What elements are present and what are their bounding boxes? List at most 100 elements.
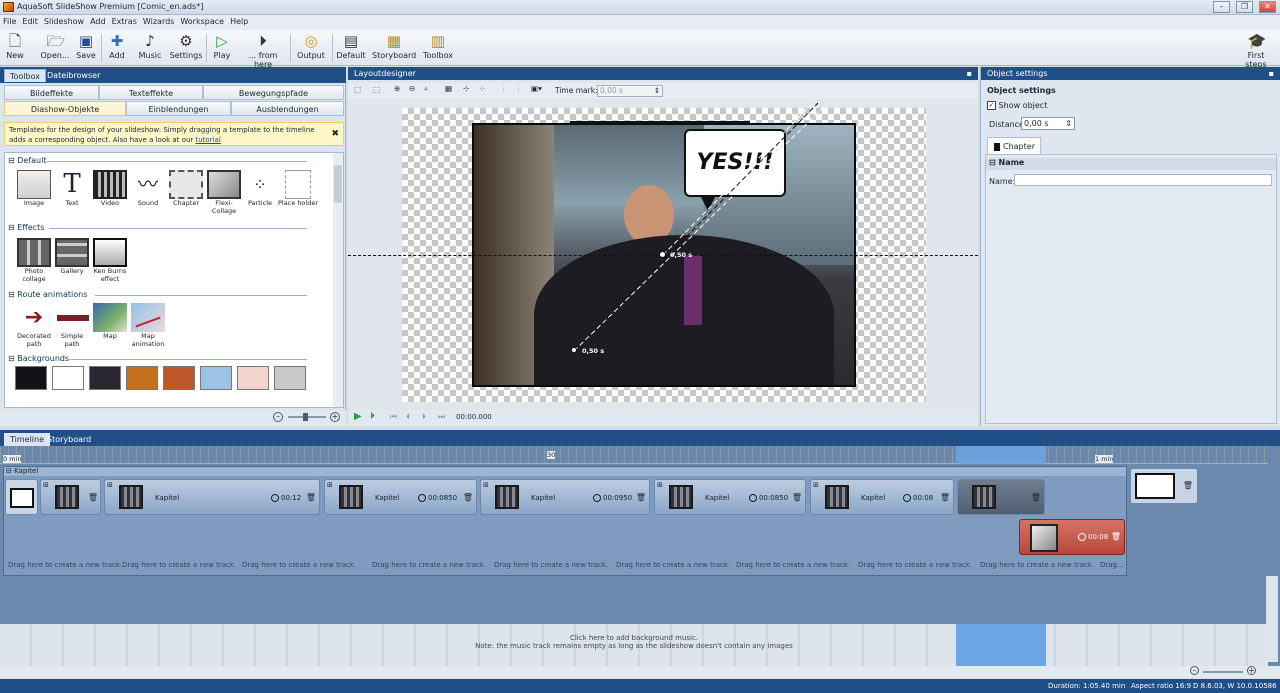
- background-swatch[interactable]: [200, 366, 232, 390]
- group-default[interactable]: ⊟ Default: [8, 156, 46, 165]
- background-swatch[interactable]: [126, 366, 158, 390]
- clip-kapitel-1[interactable]: ⊞ Kapitel 00:12 🗑: [104, 479, 320, 515]
- template-map[interactable]: Map: [91, 303, 129, 340]
- save-button[interactable]: ▣ Save: [74, 33, 98, 61]
- group-effects[interactable]: ⊟ Effects: [8, 223, 44, 232]
- play-from-here-button[interactable]: ⏵... from here: [241, 33, 285, 70]
- background-swatch[interactable]: [237, 366, 269, 390]
- trash-icon[interactable]: 🗑: [1111, 532, 1121, 541]
- red-clip[interactable]: 00:08 🗑: [1019, 519, 1125, 555]
- play-button[interactable]: ▷ Play: [211, 33, 233, 61]
- category-einblendungen[interactable]: Einblendungen: [126, 101, 231, 116]
- step-back-icon[interactable]: ⏴: [406, 412, 410, 422]
- template-text[interactable]: T Text: [53, 170, 91, 208]
- chapter-track-header[interactable]: ⊟ Kapitel: [4, 467, 1126, 476]
- toolbox-layout-button[interactable]: ▥ Toolbox: [421, 33, 455, 61]
- template-particle[interactable]: ⁘ Particle: [241, 170, 279, 207]
- clip-kapitel-3[interactable]: ⊞ Kapitel 00:0950 🗑: [480, 479, 650, 515]
- tab-toolbox[interactable]: Toolbox: [4, 69, 46, 82]
- preview-play-from-icon[interactable]: ⏵: [370, 411, 375, 422]
- trash-icon[interactable]: 🗑: [792, 493, 802, 502]
- menu-edit[interactable]: Edit: [19, 15, 41, 26]
- clip-kapitel-selected[interactable]: 🗑: [957, 479, 1045, 515]
- template-chapter[interactable]: Chapter: [167, 170, 205, 207]
- skip-start-icon[interactable]: ⏮: [390, 412, 397, 422]
- background-swatch[interactable]: [15, 366, 47, 390]
- category-bewegungspfade[interactable]: Bewegungspfade: [203, 85, 344, 100]
- trash-icon[interactable]: 🗑: [463, 493, 473, 502]
- trash-icon[interactable]: 🗑: [1031, 493, 1041, 502]
- clip-kapitel-4[interactable]: ⊞ Kapitel 00:0850 🗑: [654, 479, 806, 515]
- name-section-header[interactable]: ⊟ Name: [986, 158, 1276, 170]
- close-hint-icon[interactable]: ✖: [331, 129, 339, 139]
- menu-wizards[interactable]: Wizards: [140, 15, 177, 26]
- trash-icon[interactable]: 🗑: [636, 493, 646, 502]
- motion-marker-bottom[interactable]: [571, 347, 577, 353]
- music-track[interactable]: Click here to add background music. Note…: [0, 624, 1268, 666]
- template-place-holder[interactable]: Place holder: [277, 170, 319, 207]
- template-list-scrollbar[interactable]: [333, 153, 343, 407]
- template-photo-collage[interactable]: Photo collage: [15, 238, 53, 283]
- timeline-zoom-in-icon[interactable]: +: [1247, 666, 1256, 675]
- category-bildeffekte[interactable]: Bildeffekte: [4, 85, 99, 100]
- menu-add[interactable]: Add: [87, 15, 109, 26]
- template-image[interactable]: Image: [15, 170, 53, 207]
- motion-marker-top[interactable]: [659, 251, 666, 258]
- zoom-slider[interactable]: [288, 413, 326, 421]
- storyboard-layout-button[interactable]: ▦ Storyboard: [372, 33, 416, 61]
- panel-restore-icon[interactable]: ▪: [1269, 67, 1274, 80]
- spinner-icon[interactable]: ⇕: [1065, 118, 1072, 129]
- menu-slideshow[interactable]: Slideshow: [41, 15, 87, 26]
- clip-kapitel-5[interactable]: ⊞ Kapitel 00:08 🗑: [810, 479, 954, 515]
- open-button[interactable]: 🗁 Open...: [40, 33, 70, 61]
- background-swatch[interactable]: [89, 366, 121, 390]
- trash-icon[interactable]: 🗑: [88, 493, 98, 502]
- name-input[interactable]: [1014, 174, 1272, 186]
- background-swatch[interactable]: [274, 366, 306, 390]
- scrollbar-thumb[interactable]: [334, 165, 342, 203]
- tab-timeline[interactable]: Timeline: [4, 433, 51, 446]
- settings-button[interactable]: ⚙ Settings: [169, 33, 203, 61]
- menu-help[interactable]: Help: [227, 15, 251, 26]
- category-texteffekte[interactable]: Texteffekte: [99, 85, 203, 100]
- template-ken-burns[interactable]: Ken Burns effect: [91, 238, 129, 283]
- tutorial-link[interactable]: tutorial: [196, 136, 221, 144]
- new-button[interactable]: 🗋 New: [4, 33, 26, 61]
- trash-icon[interactable]: 🗑: [940, 493, 950, 502]
- group-route-animations[interactable]: ⊟ Route animations: [8, 290, 87, 299]
- step-forward-icon[interactable]: ⏵: [422, 412, 426, 422]
- default-layout-button[interactable]: ▤ Default: [336, 33, 366, 61]
- minimize-button[interactable]: –: [1213, 1, 1230, 13]
- skip-end-icon[interactable]: ⏭: [438, 412, 445, 422]
- music-button[interactable]: ♪ Music: [137, 33, 163, 61]
- template-sound[interactable]: 〰 Sound: [129, 170, 167, 207]
- add-button[interactable]: ✚ Add: [106, 33, 128, 61]
- template-map-animation[interactable]: Map animation: [129, 303, 167, 348]
- template-video[interactable]: Video: [91, 170, 129, 207]
- template-decorated-path[interactable]: ➔ Decorated path: [15, 303, 53, 348]
- end-slide-clip[interactable]: 🗑: [1130, 468, 1198, 504]
- template-gallery[interactable]: Gallery: [53, 238, 91, 275]
- tab-chapter[interactable]: Chapter: [987, 137, 1041, 154]
- distance-input[interactable]: 0,00 s ⇕: [1021, 117, 1075, 130]
- timeline-ruler[interactable]: 0 min 30 1 min: [0, 446, 1268, 464]
- background-swatch[interactable]: [163, 366, 195, 390]
- group-backgrounds[interactable]: ⊟ Backgrounds: [8, 354, 69, 363]
- category-diashow-objekte[interactable]: Diashow-Objekte: [4, 101, 126, 116]
- clip-chapter-empty[interactable]: ⊞ 🗑: [40, 479, 101, 515]
- timeline-zoom-out-icon[interactable]: –: [1190, 666, 1199, 675]
- maximize-button[interactable]: ❐: [1236, 1, 1253, 13]
- preview-play-icon[interactable]: ▶: [354, 411, 362, 422]
- zoom-in-icon[interactable]: +: [330, 412, 340, 422]
- new-track-row[interactable]: Drag here to create a new track. Drag he…: [4, 557, 1126, 575]
- category-ausblendungen[interactable]: Ausblendungen: [231, 101, 344, 116]
- trash-icon[interactable]: 🗑: [306, 493, 316, 502]
- output-button[interactable]: ◎ Output: [296, 33, 326, 61]
- tab-storyboard[interactable]: Storyboard: [47, 435, 91, 444]
- clip-first-image[interactable]: [5, 479, 38, 515]
- template-flexi-collage[interactable]: Flexi-Collage: [205, 170, 243, 215]
- menu-extras[interactable]: Extras: [109, 15, 140, 26]
- clip-kapitel-2[interactable]: ⊞ Kapitel 00:0850 🗑: [324, 479, 477, 515]
- zoom-out-icon[interactable]: –: [273, 412, 283, 422]
- first-steps-button[interactable]: 🎓 First steps: [1236, 33, 1276, 70]
